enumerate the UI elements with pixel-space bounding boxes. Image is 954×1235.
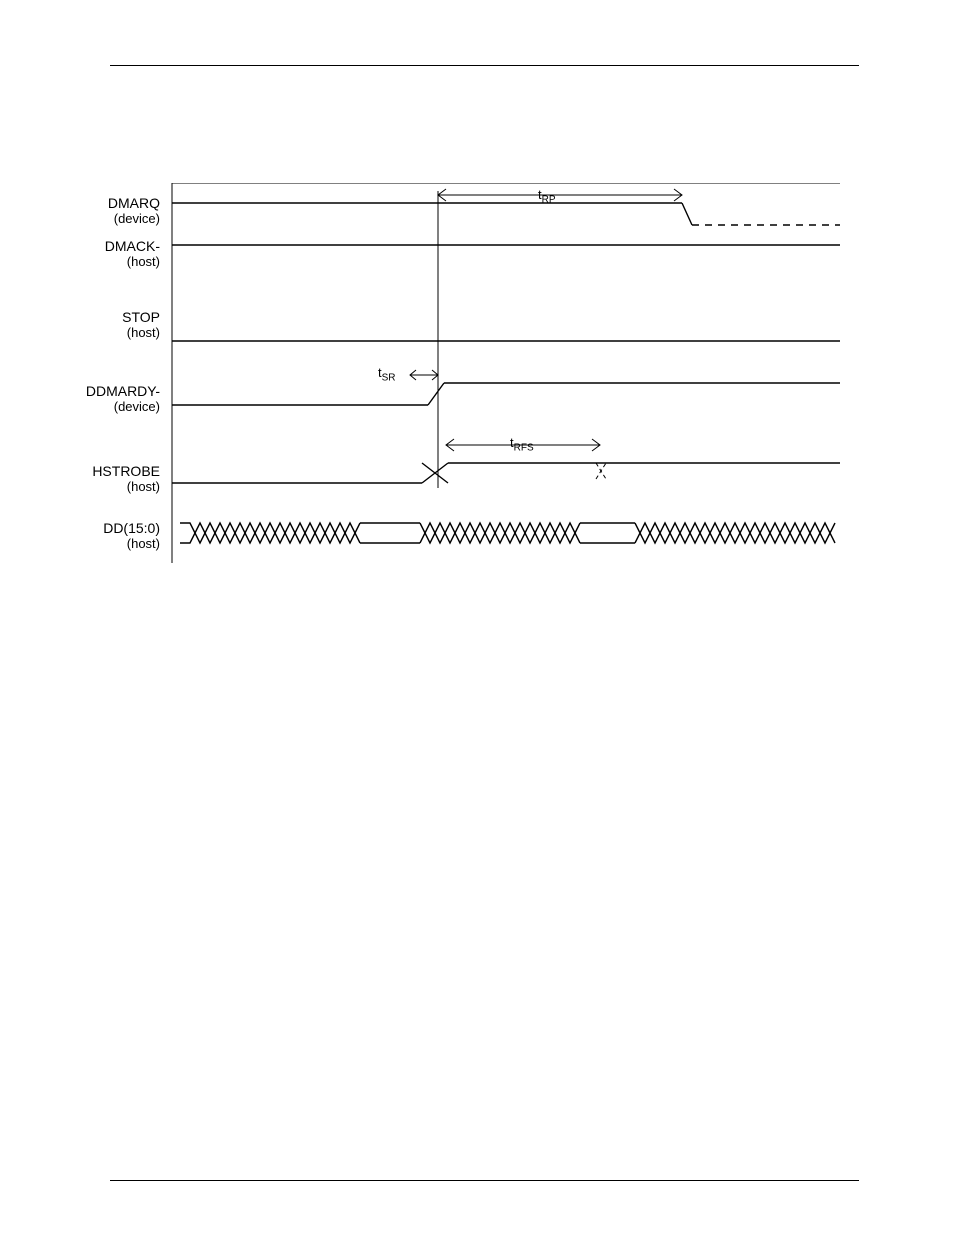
page-bottom-rule <box>110 1180 859 1181</box>
waveform-svg <box>160 183 840 583</box>
signal-role: (host) <box>95 536 160 552</box>
signal-role: (device) <box>85 399 160 415</box>
signal-name: HSTROBE <box>92 463 160 479</box>
signal-role: (host) <box>85 479 160 495</box>
label-dmarq: DMARQ (device) <box>100 195 160 227</box>
signal-role: (host) <box>100 254 160 270</box>
signal-name: DDMARDY- <box>86 383 160 399</box>
signal-name: STOP <box>122 309 160 325</box>
signal-role: (device) <box>100 211 160 227</box>
label-dd: DD(15:0) (host) <box>95 520 160 552</box>
signal-name: DD(15:0) <box>103 520 160 536</box>
signal-role: (host) <box>100 325 160 341</box>
label-hstrobe: HSTROBE (host) <box>85 463 160 495</box>
timing-diagram: DMARQ (device) DMACK- (host) STOP (host)… <box>160 183 830 583</box>
signal-name: DMACK- <box>105 238 160 254</box>
page-top-rule <box>110 65 859 66</box>
label-stop: STOP (host) <box>100 309 160 341</box>
label-ddmardy: DDMARDY- (device) <box>85 383 160 415</box>
label-dmack: DMACK- (host) <box>100 238 160 270</box>
signal-name: DMARQ <box>108 195 160 211</box>
